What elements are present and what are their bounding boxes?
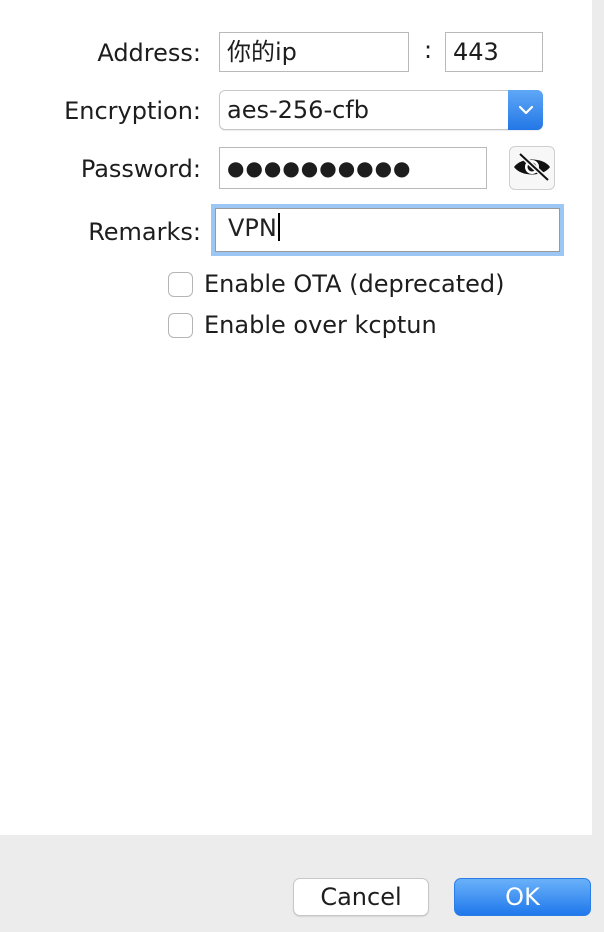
chevron-down-icon	[508, 90, 543, 130]
password-label: Password:	[80, 155, 201, 183]
kcptun-option[interactable]: Enable over kcptun	[168, 311, 437, 339]
eye-slash-icon	[512, 151, 552, 185]
password-visibility-toggle[interactable]	[509, 146, 555, 190]
remarks-field[interactable]: VPN	[215, 208, 560, 252]
encryption-label: Encryption:	[64, 97, 201, 125]
kcptun-label: Enable over kcptun	[204, 311, 437, 339]
port-field[interactable]: 443	[445, 32, 543, 72]
port-separator: :	[424, 36, 433, 64]
cancel-button[interactable]: Cancel	[293, 878, 429, 916]
encryption-select[interactable]: aes-256-cfb	[219, 90, 543, 130]
encryption-value: aes-256-cfb	[227, 96, 369, 124]
address-label: Address:	[97, 39, 201, 67]
kcptun-checkbox[interactable]	[168, 312, 193, 338]
ota-label: Enable OTA (deprecated)	[204, 270, 505, 298]
remarks-label: Remarks:	[88, 218, 201, 246]
remarks-value: VPN	[228, 214, 277, 242]
address-field[interactable]: 你的ip	[219, 32, 409, 72]
ok-button[interactable]: OK	[454, 878, 591, 916]
ota-checkbox[interactable]	[168, 271, 193, 297]
password-field[interactable]: ●●●●●●●●●●	[219, 147, 487, 189]
ota-option[interactable]: Enable OTA (deprecated)	[168, 270, 505, 298]
text-caret	[277, 213, 280, 241]
